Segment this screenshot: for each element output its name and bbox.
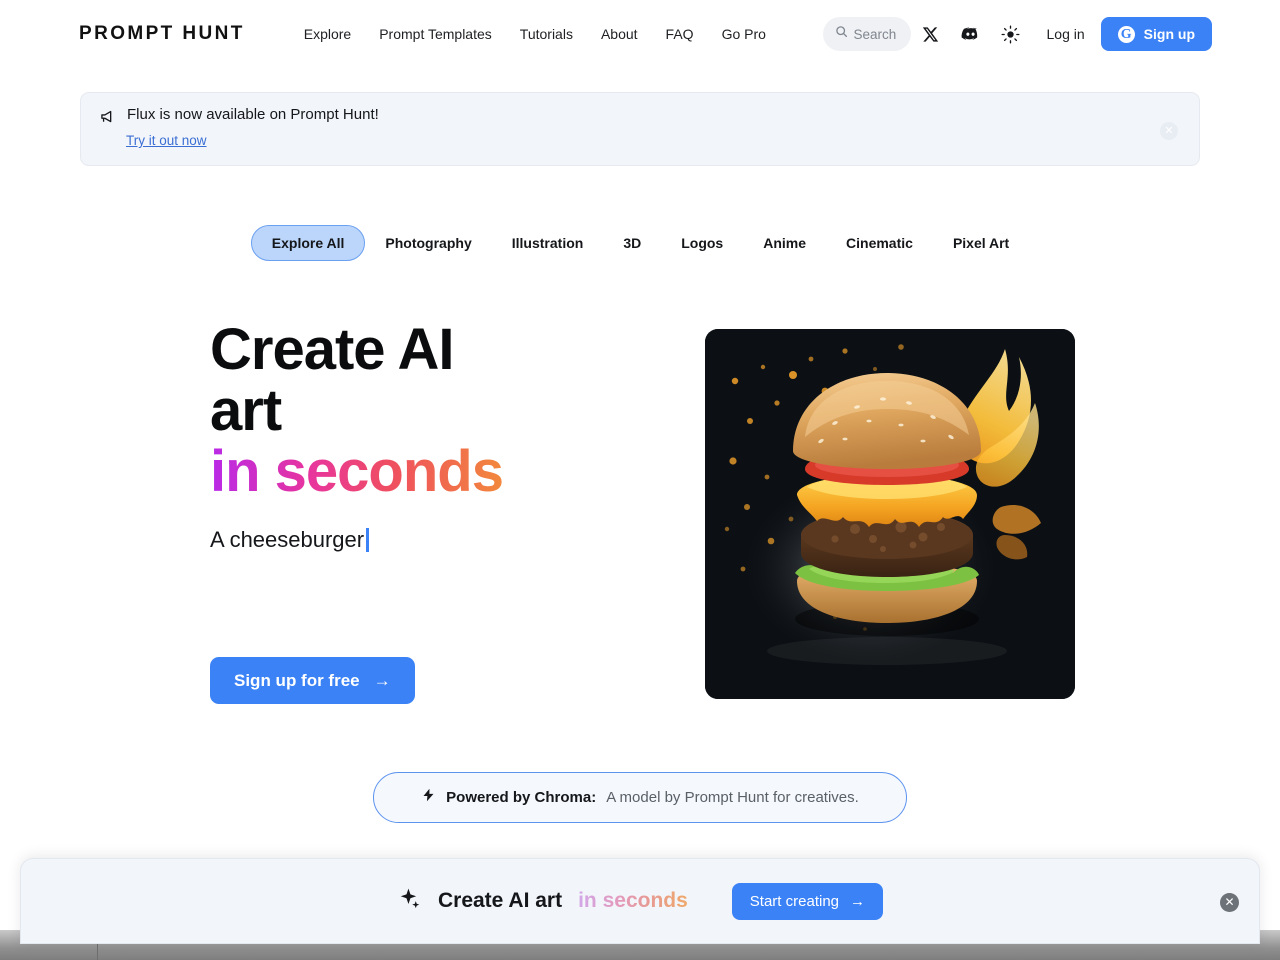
prompt-value: A cheeseburger bbox=[210, 527, 365, 552]
tab-explore-all[interactable]: Explore All bbox=[250, 225, 366, 261]
hero-headline-gradient: in seconds bbox=[210, 438, 504, 504]
nav-about[interactable]: About bbox=[587, 26, 652, 42]
nav-prompt-templates[interactable]: Prompt Templates bbox=[365, 26, 506, 42]
megaphone-icon bbox=[99, 107, 119, 127]
hero-copy: Create AI art in seconds bbox=[210, 317, 680, 504]
sparkles-icon bbox=[397, 886, 422, 916]
hero-headline-line2: art bbox=[210, 377, 282, 443]
sticky-bottom-cta-bar: Create AI art in seconds Start creating … bbox=[20, 858, 1260, 944]
header-actions: Search Log in G Sign up bbox=[822, 0, 1212, 68]
search-placeholder: Search bbox=[853, 26, 897, 42]
nav-tutorials[interactable]: Tutorials bbox=[506, 26, 587, 42]
cta-label: Sign up for free bbox=[234, 670, 360, 690]
start-creating-button[interactable]: Start creating → bbox=[731, 882, 884, 920]
arrow-right-icon: → bbox=[373, 670, 391, 690]
nav-explore[interactable]: Explore bbox=[290, 26, 365, 42]
nav-faq[interactable]: FAQ bbox=[652, 26, 708, 42]
text-cursor bbox=[366, 528, 370, 552]
tab-cinematic[interactable]: Cinematic bbox=[826, 226, 933, 260]
tab-logos[interactable]: Logos bbox=[661, 226, 743, 260]
signup-button-label: Sign up bbox=[1143, 26, 1195, 42]
login-link[interactable]: Log in bbox=[1031, 26, 1101, 42]
tab-3d[interactable]: 3D bbox=[603, 226, 661, 260]
search-icon bbox=[835, 25, 848, 43]
hero-generated-image[interactable] bbox=[705, 329, 1075, 699]
hero-headline-line1: Create AI bbox=[210, 317, 455, 382]
hero-prompt-text[interactable]: A cheeseburger bbox=[210, 527, 370, 553]
signup-for-free-button[interactable]: Sign up for free → bbox=[210, 657, 415, 704]
start-creating-label: Start creating bbox=[749, 892, 840, 910]
bottom-bar-text: Create AI art bbox=[437, 889, 563, 912]
lightning-bolt-icon bbox=[421, 785, 436, 810]
brand-logo[interactable]: PROMPT HUNT bbox=[79, 23, 245, 45]
main-nav: Explore Prompt Templates Tutorials About… bbox=[290, 26, 780, 42]
banner-close-icon[interactable]: ✕ bbox=[1160, 122, 1178, 140]
chroma-subtitle: A model by Prompt Hunt for creatives. bbox=[606, 789, 859, 806]
banner-title: Flux is now available on Prompt Hunt! bbox=[127, 106, 379, 123]
chroma-title: Powered by Chroma: bbox=[446, 789, 597, 806]
search-input[interactable]: Search bbox=[822, 17, 911, 51]
announcement-banner: Flux is now available on Prompt Hunt! Tr… bbox=[80, 92, 1200, 166]
theme-toggle-sun-icon[interactable] bbox=[991, 14, 1031, 54]
bottom-bar-gradient-text: in seconds bbox=[578, 889, 688, 912]
signup-button[interactable]: G Sign up bbox=[1100, 17, 1212, 51]
category-tabs: Explore All Photography Illustration 3D … bbox=[0, 225, 1280, 261]
discord-icon[interactable] bbox=[951, 14, 991, 54]
site-header: PROMPT HUNT Explore Prompt Templates Tut… bbox=[0, 0, 1280, 68]
bottom-bar-close-icon[interactable]: ✕ bbox=[1220, 893, 1239, 912]
nav-go-pro[interactable]: Go Pro bbox=[708, 26, 780, 42]
banner-action-link[interactable]: Try it out now bbox=[126, 133, 207, 148]
google-icon: G bbox=[1117, 25, 1135, 43]
x-twitter-icon[interactable] bbox=[911, 14, 951, 54]
tab-photography[interactable]: Photography bbox=[365, 226, 491, 260]
arrow-right-icon: → bbox=[850, 892, 866, 910]
powered-by-chroma-badge: Powered by Chroma: A model by Prompt Hun… bbox=[373, 772, 907, 823]
tab-anime[interactable]: Anime bbox=[743, 226, 826, 260]
tab-illustration[interactable]: Illustration bbox=[492, 226, 604, 260]
tab-pixel-art[interactable]: Pixel Art bbox=[933, 226, 1029, 260]
